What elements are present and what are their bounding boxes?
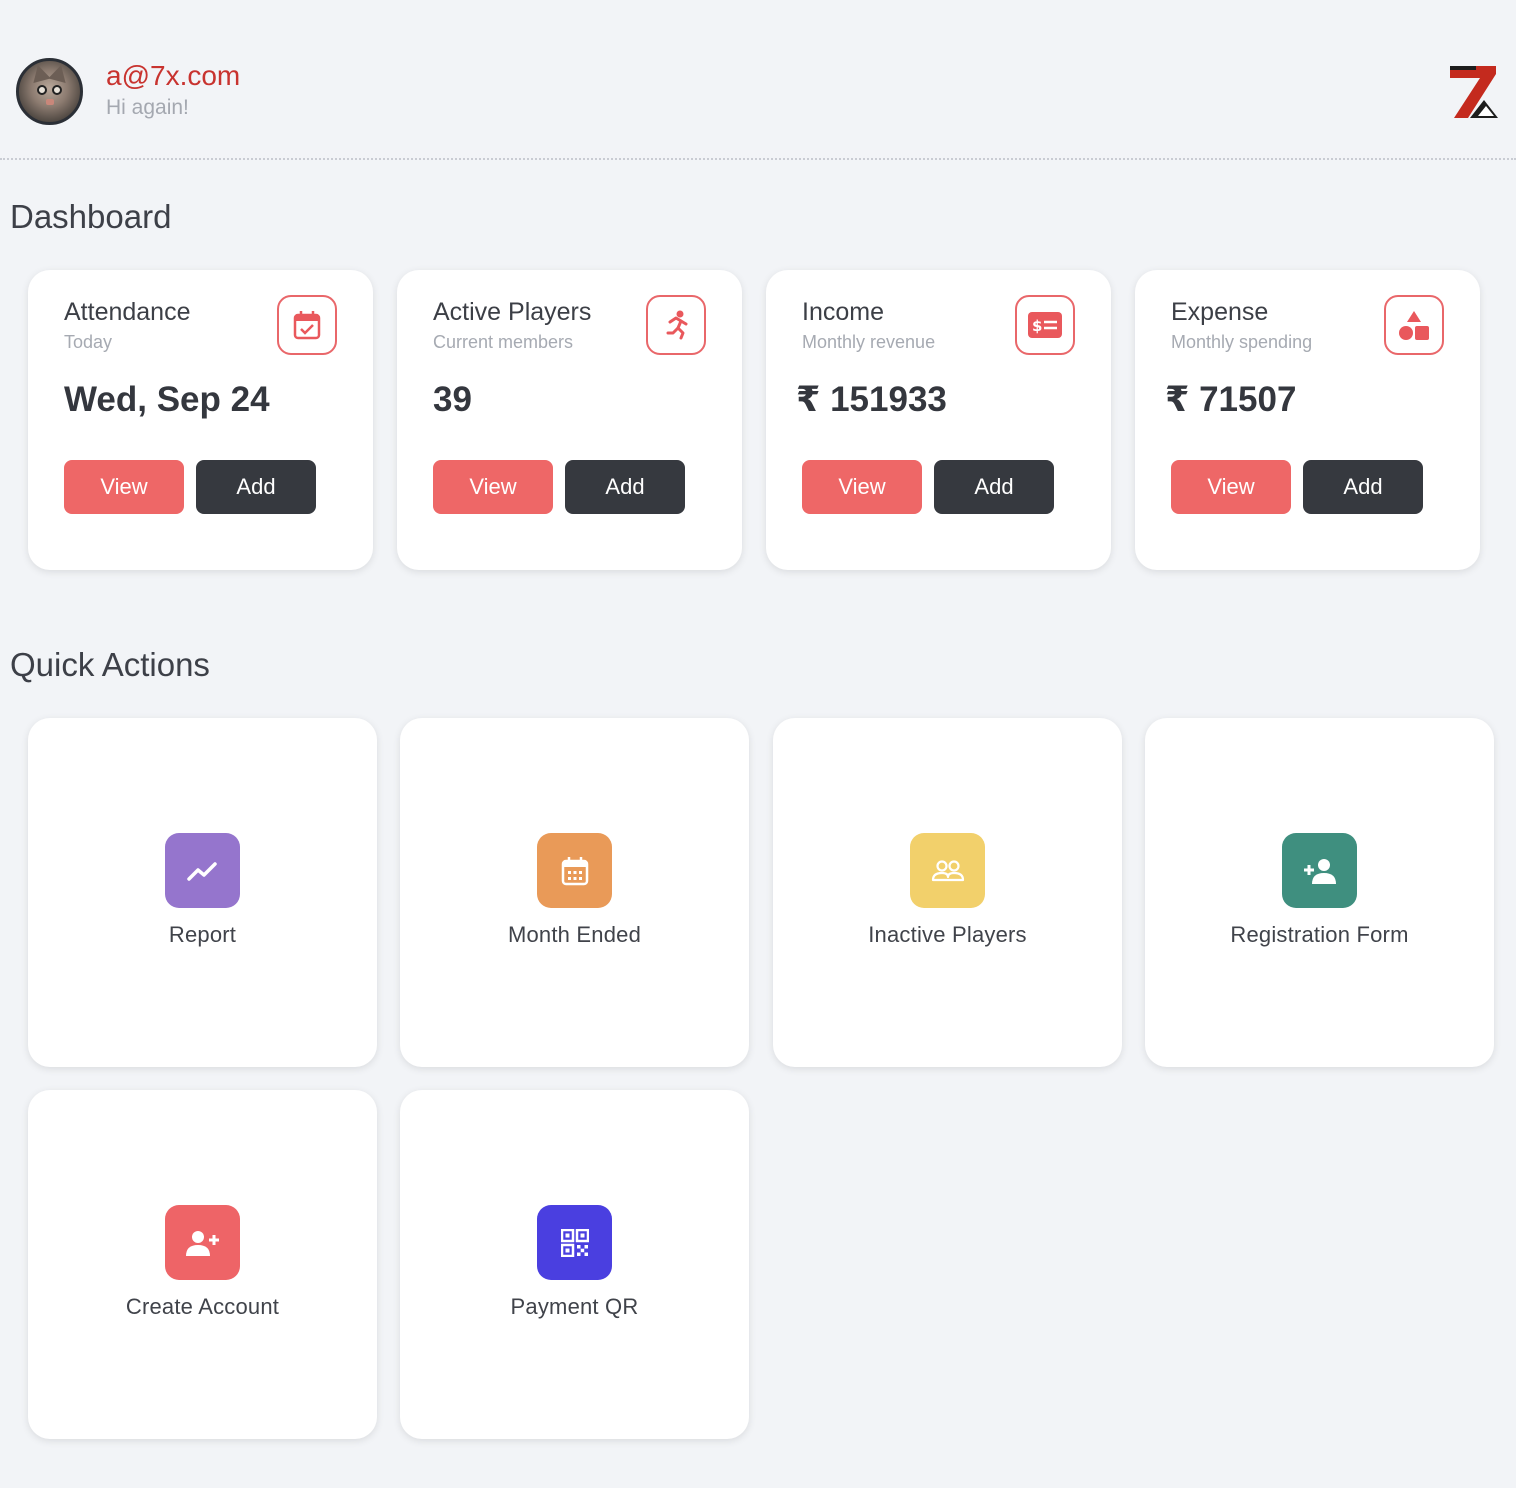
money-bill-icon: $ <box>1015 295 1075 355</box>
card-title: Income <box>802 298 884 326</box>
qr-code-icon <box>537 1205 612 1280</box>
card-title: Attendance <box>64 298 191 326</box>
card-value: 39 <box>433 380 472 419</box>
attendance-view-button[interactable]: View <box>64 460 184 514</box>
quick-action-label: Registration Form <box>1230 922 1409 947</box>
quick-action-create-account[interactable]: Create Account <box>28 1090 377 1439</box>
svg-text:$: $ <box>1032 317 1042 335</box>
expense-card: Expense Monthly spending ₹ 71507 View Ad… <box>1135 270 1480 570</box>
attendance-add-button[interactable]: Add <box>196 460 316 514</box>
active-players-view-button[interactable]: View <box>433 460 553 514</box>
calendar-icon <box>537 833 612 908</box>
card-subtitle: Monthly revenue <box>802 332 936 352</box>
card-value: ₹ 71507 <box>1165 380 1297 419</box>
app-header: a@7x.com Hi again! <box>0 0 1516 160</box>
card-subtitle: Today <box>64 332 113 352</box>
user-add-icon <box>165 1205 240 1280</box>
dashboard-title: Dashboard <box>10 198 172 235</box>
quick-action-payment-qr[interactable]: Payment QR <box>400 1090 749 1439</box>
active-players-card: Active Players Current members 39 View A… <box>397 270 742 570</box>
shapes-icon <box>1384 295 1444 355</box>
income-view-button[interactable]: View <box>802 460 922 514</box>
income-add-button[interactable]: Add <box>934 460 1054 514</box>
attendance-card: Attendance Today Wed, Sep 24 View Add <box>28 270 373 570</box>
active-players-add-button[interactable]: Add <box>565 460 685 514</box>
quick-action-label: Payment QR <box>510 1294 639 1319</box>
app-logo[interactable] <box>1446 62 1500 120</box>
expense-add-button[interactable]: Add <box>1303 460 1423 514</box>
quick-action-label: Create Account <box>125 1294 280 1319</box>
users-icon <box>910 833 985 908</box>
running-person-icon <box>646 295 706 355</box>
quick-action-label: Month Ended <box>507 922 642 947</box>
quick-action-label: Inactive Players <box>868 922 1027 947</box>
card-value: Wed, Sep 24 <box>64 380 270 419</box>
user-plus-icon <box>1282 833 1357 908</box>
card-subtitle: Monthly spending <box>1171 332 1313 352</box>
calendar-check-icon <box>277 295 337 355</box>
quick-action-label: Report <box>168 922 237 947</box>
card-title: Expense <box>1171 298 1269 326</box>
avatar[interactable] <box>16 58 83 125</box>
quick-action-month-ended[interactable]: Month Ended <box>400 718 749 1067</box>
card-subtitle: Current members <box>433 332 574 352</box>
user-email: a@7x.com <box>106 60 241 91</box>
quick-actions-title: Quick Actions <box>10 646 210 683</box>
card-title: Active Players <box>433 298 592 326</box>
greeting-text: Hi again! <box>106 96 189 119</box>
quick-action-report[interactable]: Report <box>28 718 377 1067</box>
card-value: ₹ 151933 <box>796 380 947 419</box>
expense-view-button[interactable]: View <box>1171 460 1291 514</box>
chart-line-icon <box>165 833 240 908</box>
quick-action-registration-form[interactable]: Registration Form <box>1145 718 1494 1067</box>
quick-action-inactive-players[interactable]: Inactive Players <box>773 718 1122 1067</box>
income-card: Income Monthly revenue ₹ 151933 $ View A… <box>766 270 1111 570</box>
